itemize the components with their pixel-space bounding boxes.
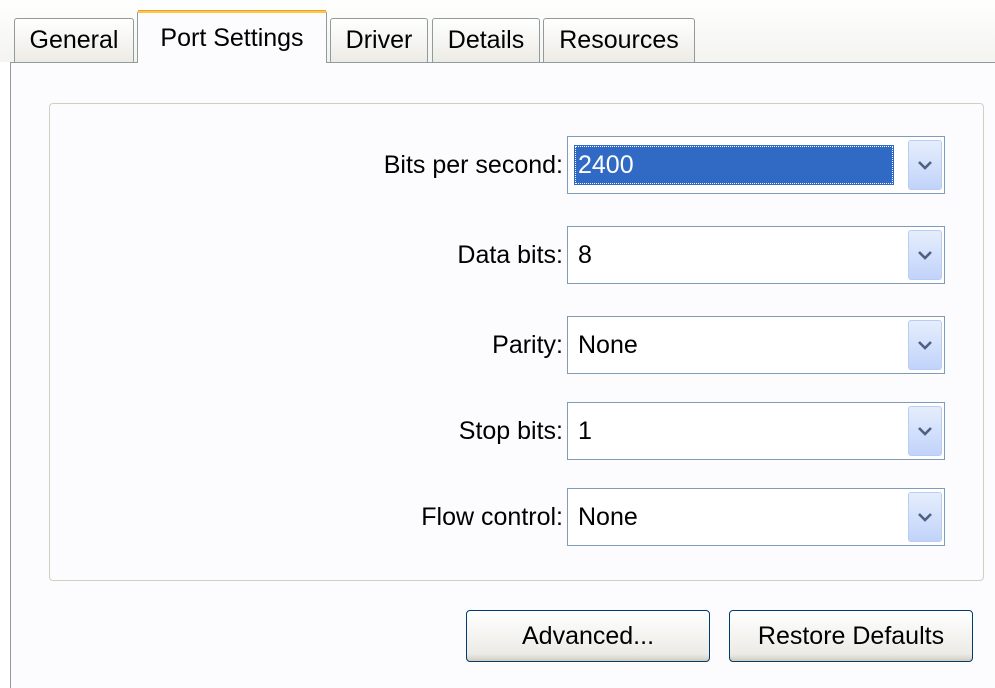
tab-details[interactable]: Details [432, 18, 540, 62]
tab-port-settings[interactable]: Port Settings [137, 10, 327, 63]
parity-value: None [578, 330, 638, 359]
chevron-down-icon[interactable] [908, 140, 942, 190]
parity-row: Parity: None [50, 316, 983, 374]
flow-control-label: Flow control: [421, 502, 563, 531]
parity-label: Parity: [492, 330, 563, 359]
stop-bits-dropdown[interactable]: 1 [567, 402, 945, 460]
bits-per-second-label: Bits per second: [383, 150, 563, 179]
bits-per-second-row: Bits per second: 2400 [50, 136, 983, 194]
bits-per-second-value: 2400 [574, 145, 894, 185]
advanced-button[interactable]: Advanced... [466, 610, 710, 662]
bits-per-second-dropdown[interactable]: 2400 [567, 136, 945, 194]
data-bits-dropdown[interactable]: 8 [567, 226, 945, 284]
tab-resources[interactable]: Resources [543, 18, 695, 62]
port-properties-dialog: General Port Settings Driver Details Res… [0, 0, 995, 688]
restore-defaults-button[interactable]: Restore Defaults [729, 610, 973, 662]
port-settings-page: Bits per second: 2400 Data bits: 8 Parit… [10, 62, 995, 688]
chevron-down-icon[interactable] [908, 406, 942, 456]
parity-dropdown[interactable]: None [567, 316, 945, 374]
settings-group: Bits per second: 2400 Data bits: 8 Parit… [49, 103, 984, 581]
tab-strip: General Port Settings Driver Details Res… [0, 0, 995, 63]
flow-control-row: Flow control: None [50, 488, 983, 546]
flow-control-dropdown[interactable]: None [567, 488, 945, 546]
data-bits-value: 8 [578, 240, 592, 269]
flow-control-value: None [578, 502, 638, 531]
chevron-down-icon[interactable] [908, 320, 942, 370]
chevron-down-icon[interactable] [908, 230, 942, 280]
tab-general[interactable]: General [14, 18, 134, 62]
data-bits-label: Data bits: [457, 240, 563, 269]
stop-bits-label: Stop bits: [458, 416, 563, 445]
stop-bits-value: 1 [578, 416, 592, 445]
chevron-down-icon[interactable] [908, 492, 942, 542]
tab-driver[interactable]: Driver [330, 18, 428, 62]
data-bits-row: Data bits: 8 [50, 226, 983, 284]
stop-bits-row: Stop bits: 1 [50, 402, 983, 460]
